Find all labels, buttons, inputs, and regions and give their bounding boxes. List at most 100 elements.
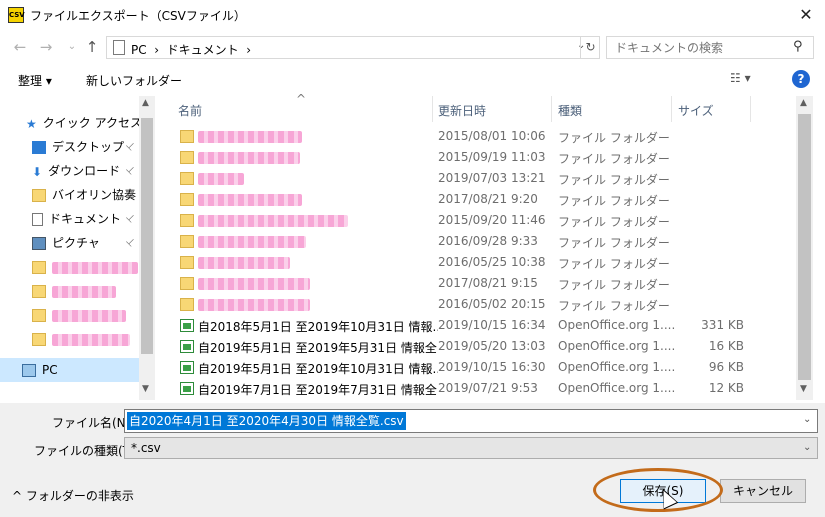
- file-type: ファイル フォルダー: [558, 173, 670, 187]
- address-bar[interactable]: PC › ドキュメント › ⌄: [106, 36, 600, 59]
- redaction-mark: [198, 298, 310, 311]
- column-size[interactable]: サイズ: [678, 102, 714, 119]
- file-type: OpenOffice.org 1....: [558, 381, 676, 395]
- column-name[interactable]: 名前: [178, 102, 202, 119]
- sidebar-item[interactable]: ピクチャ: [32, 232, 100, 254]
- redaction-mark: [52, 261, 138, 274]
- table-row[interactable]: 自2019年5月1日 至2019年5月31日 情報全... 2019/05/20 …: [170, 336, 795, 357]
- table-row[interactable]: 2015/09/20 11:46 ファイル フォルダー: [170, 210, 795, 231]
- spreadsheet-icon: [180, 361, 194, 374]
- pictures-icon: [32, 237, 46, 250]
- file-size: 12 KB: [708, 381, 744, 395]
- sidebar-item[interactable]: ドキュメント: [32, 208, 121, 230]
- table-row[interactable]: 2015/09/19 11:03 ファイル フォルダー: [170, 147, 795, 168]
- file-date: 2019/10/15 16:34: [438, 318, 546, 332]
- filetype-select[interactable]: *.csv ⌄: [124, 437, 818, 459]
- file-list-scrollbar[interactable]: ▲ ▼: [796, 96, 813, 400]
- folder-icon: [32, 309, 46, 322]
- column-type[interactable]: 種類: [558, 102, 582, 119]
- file-name: 自2019年7月1日 至2019年7月31日 情報全...: [198, 383, 438, 397]
- table-row[interactable]: 2016/05/25 10:38 ファイル フォルダー: [170, 252, 795, 273]
- table-row[interactable]: 2019/07/03 13:21 ファイル フォルダー: [170, 168, 795, 189]
- redaction-mark: [198, 214, 348, 227]
- file-type: ファイル フォルダー: [558, 194, 670, 208]
- sidebar-item[interactable]: [32, 328, 130, 350]
- file-date: 2017/08/21 9:15: [438, 276, 538, 290]
- new-folder-button[interactable]: 新しいフォルダー: [86, 72, 182, 89]
- search-input[interactable]: [615, 41, 785, 55]
- folder-icon: [180, 256, 194, 269]
- filename-field[interactable]: 自2020年4月1日 至2020年4月30日 情報全覧.csv ⌄: [124, 409, 818, 433]
- scroll-up-icon[interactable]: ▲: [142, 98, 149, 108]
- column-date[interactable]: 更新日時: [438, 102, 486, 119]
- table-row[interactable]: 自2018年5月1日 至2019年10月31日 情報... 2019/10/15 …: [170, 315, 795, 336]
- sidebar-item[interactable]: [32, 280, 116, 302]
- folder-icon: [180, 214, 194, 227]
- file-name: [198, 297, 438, 311]
- file-type: OpenOffice.org 1....: [558, 339, 676, 353]
- file-type: ファイル フォルダー: [558, 236, 670, 250]
- filename-value[interactable]: 自2020年4月1日 至2020年4月30日 情報全覧.csv: [127, 412, 406, 430]
- desktop-icon: [32, 141, 46, 154]
- sidebar-item[interactable]: [32, 304, 126, 326]
- close-button[interactable]: ✕: [790, 2, 822, 28]
- file-date: 2016/05/25 10:38: [438, 255, 546, 269]
- scroll-up-icon[interactable]: ▲: [800, 98, 807, 108]
- nav-scroll-thumb[interactable]: [141, 118, 153, 354]
- folder-icon: [180, 172, 194, 185]
- scroll-down-icon[interactable]: ▼: [142, 384, 149, 394]
- table-row[interactable]: 2015/08/01 10:06 ファイル フォルダー: [170, 126, 795, 147]
- file-date: 2015/09/20 11:46: [438, 213, 546, 227]
- sidebar-item-label: ピクチャ: [52, 236, 100, 250]
- file-name: [198, 276, 438, 290]
- file-date: 2016/09/28 9:33: [438, 234, 538, 248]
- file-name: [198, 234, 438, 248]
- spreadsheet-icon: [180, 319, 194, 332]
- redaction-mark: [52, 285, 116, 298]
- table-row[interactable]: 2016/09/28 9:33 ファイル フォルダー: [170, 231, 795, 252]
- file-list-scroll-thumb[interactable]: [798, 114, 811, 380]
- sidebar-item[interactable]: ⬇ ダウンロード: [32, 160, 120, 182]
- file-name: [198, 129, 438, 143]
- document-icon: [32, 213, 43, 226]
- file-name: [198, 255, 438, 269]
- help-icon[interactable]: ?: [792, 70, 810, 88]
- back-arrow-icon[interactable]: ←: [10, 38, 30, 56]
- sort-indicator-icon: ^: [296, 92, 307, 106]
- sidebar-item[interactable]: [32, 256, 138, 278]
- redaction-mark: [52, 309, 126, 322]
- table-row[interactable]: 2017/08/21 9:20 ファイル フォルダー: [170, 189, 795, 210]
- folder-icon: [32, 285, 46, 298]
- chevron-down-icon[interactable]: ⌄: [803, 414, 811, 425]
- refresh-icon[interactable]: ↻: [580, 36, 600, 59]
- table-row[interactable]: 自2019年5月1日 至2019年10月31日 情報... 2019/10/15 …: [170, 357, 795, 378]
- chevron-down-icon[interactable]: ⌄: [803, 442, 811, 453]
- view-options-icon[interactable]: ☷ ▾: [730, 71, 751, 85]
- search-icon[interactable]: ⚲: [793, 39, 803, 54]
- scroll-down-icon[interactable]: ▼: [800, 384, 807, 394]
- sidebar-item[interactable]: バイオリン協奏: [32, 184, 136, 206]
- sidebar-item[interactable]: デスクトップ: [32, 136, 124, 158]
- up-arrow-icon[interactable]: ↑: [82, 38, 102, 56]
- forward-arrow-icon[interactable]: →: [36, 38, 56, 56]
- hide-folders-button[interactable]: ^ フォルダーの非表示: [12, 487, 134, 504]
- table-row[interactable]: 2017/08/21 9:15 ファイル フォルダー: [170, 273, 795, 294]
- breadcrumb[interactable]: PC › ドキュメント ›: [131, 41, 251, 58]
- filetype-value: *.csv: [131, 441, 161, 455]
- file-name: 自2019年5月1日 至2019年5月31日 情報全...: [198, 341, 438, 355]
- cancel-button[interactable]: キャンセル: [720, 479, 806, 503]
- organize-button[interactable]: 整理 ▾: [18, 72, 52, 89]
- folder-icon: [32, 333, 46, 346]
- file-date: 2019/07/03 13:21: [438, 171, 546, 185]
- file-date: 2015/08/01 10:06: [438, 129, 546, 143]
- nav-scrollbar[interactable]: ▲ ▼: [139, 96, 155, 400]
- search-box[interactable]: ⚲: [606, 36, 814, 59]
- sidebar-item[interactable]: ★ クイック アクセス: [26, 112, 142, 134]
- table-row[interactable]: 自2019年7月1日 至2019年7月31日 情報全... 2019/07/21 …: [170, 378, 795, 399]
- sidebar-item[interactable]: PC: [22, 359, 58, 381]
- recent-locations-icon[interactable]: ⌄: [62, 38, 82, 56]
- redaction-mark: [198, 277, 310, 290]
- file-list-header: 名前 ^ 更新日時 種類 サイズ: [170, 92, 795, 122]
- table-row[interactable]: 2016/05/02 20:15 ファイル フォルダー: [170, 294, 795, 315]
- folder-icon: [180, 277, 194, 290]
